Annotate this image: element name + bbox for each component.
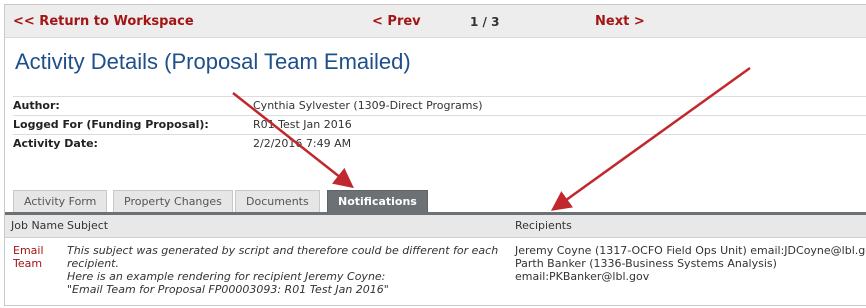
table-row: Email Team This subject was generated by…	[5, 238, 866, 308]
column-header-subject[interactable]: Subject	[67, 219, 108, 232]
author-label: Author:	[13, 99, 60, 112]
subject-line: "Email Team for Proposal FP00003093: R01…	[67, 283, 389, 296]
subject-line: This subject was generated by script and…	[67, 244, 499, 257]
subject-line: recipient.	[67, 257, 119, 270]
recipient-line: Parth Banker (1336-Business Systems Anal…	[515, 257, 777, 270]
tab-property-changes[interactable]: Property Changes	[113, 190, 233, 213]
recipient-line: email:PKBanker@lbl.gov	[515, 270, 650, 283]
logged-for-label: Logged For (Funding Proposal):	[13, 118, 209, 131]
activity-date-value: 2/2/2016 7:49 AM	[253, 137, 352, 150]
subject-line: Here is an example rendering for recipie…	[67, 270, 386, 283]
activity-metadata: Author: Cynthia Sylvester (1309-Direct P…	[5, 96, 866, 156]
tab-notifications[interactable]: Notifications	[327, 190, 428, 213]
column-header-recipients[interactable]: Recipients	[515, 219, 572, 232]
job-name-cell[interactable]: Email Team	[13, 244, 53, 270]
activity-date-label: Activity Date:	[13, 137, 98, 150]
tab-documents[interactable]: Documents	[235, 190, 320, 213]
tab-bar: Activity Form Property Changes Documents…	[13, 190, 866, 214]
job-name-line: Email	[13, 244, 44, 257]
prev-link[interactable]: < Prev	[372, 14, 421, 29]
job-name-line: Team	[13, 257, 43, 270]
next-link[interactable]: Next >	[595, 14, 645, 29]
column-header-job-name[interactable]: Job Name	[11, 219, 64, 232]
page-indicator: 1 / 3	[470, 15, 500, 29]
navigation-bar: << Return to Workspace < Prev 1 / 3 Next…	[5, 5, 866, 38]
recipient-line: Jeremy Coyne (1317-OCFO Field Ops Unit) …	[515, 244, 866, 257]
author-value: Cynthia Sylvester (1309-Direct Programs)	[253, 99, 483, 112]
return-to-workspace-link[interactable]: << Return to Workspace	[13, 14, 194, 29]
logged-for-value: R01 Test Jan 2016	[253, 118, 352, 131]
recipients-cell: Jeremy Coyne (1317-OCFO Field Ops Unit) …	[515, 244, 866, 283]
tab-activity-form[interactable]: Activity Form	[13, 190, 108, 213]
subject-cell: This subject was generated by script and…	[67, 244, 517, 296]
activity-details-window: << Return to Workspace < Prev 1 / 3 Next…	[4, 4, 866, 306]
page-title: Activity Details (Proposal Team Emailed)	[15, 49, 411, 74]
notifications-table-header: Job Name Subject Recipients	[5, 215, 866, 238]
